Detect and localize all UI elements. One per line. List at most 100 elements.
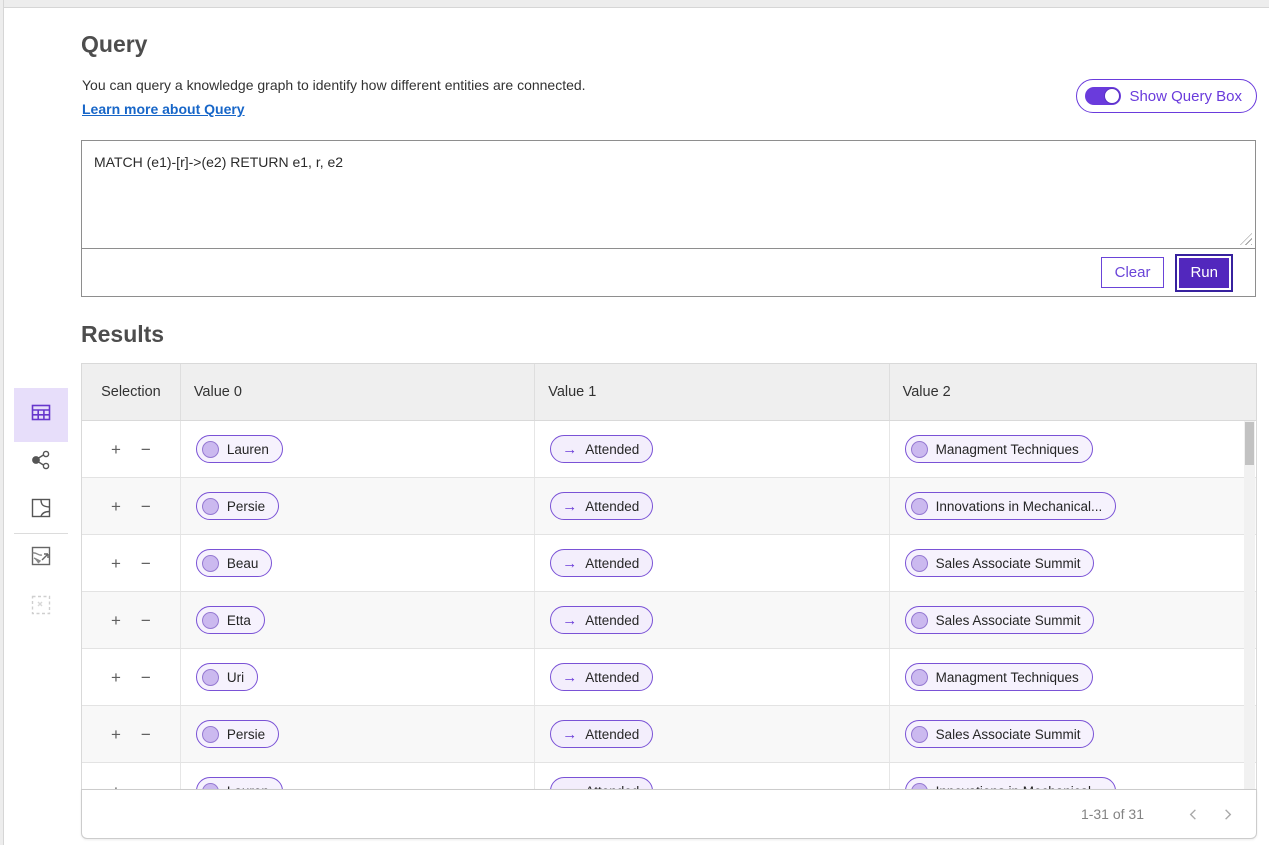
- query-input-wrap: MATCH (e1)-[r]->(e2) RETURN e1, r, e2: [82, 141, 1255, 249]
- value0-cell: Lauren: [181, 421, 535, 477]
- entity-circle-icon: [911, 441, 928, 458]
- remove-selection-button[interactable]: −: [141, 612, 151, 629]
- table-row: +−Persie→AttendedInnovations in Mechanic…: [82, 478, 1256, 535]
- sidebar-item-link-chart-view[interactable]: [14, 448, 68, 476]
- remove-selection-button[interactable]: −: [141, 726, 151, 743]
- query-panel: MATCH (e1)-[r]->(e2) RETURN e1, r, e2 Cl…: [81, 140, 1256, 297]
- learn-more-link[interactable]: Learn more about Query: [82, 101, 245, 117]
- arrow-right-icon: →: [562, 442, 577, 457]
- query-input[interactable]: MATCH (e1)-[r]->(e2) RETURN e1, r, e2: [82, 141, 1255, 248]
- table-row: +−Lauren→AttendedManagment Techniques: [82, 421, 1256, 478]
- arrow-right-icon: →: [562, 670, 577, 685]
- toggle-knob: [1104, 88, 1120, 104]
- add-selection-button[interactable]: +: [111, 669, 121, 686]
- entity-pill[interactable]: Innovations in Mechanical...: [905, 492, 1117, 520]
- value1-cell: →Attended: [535, 478, 889, 534]
- entity-label: Sales Associate Summit: [936, 556, 1081, 571]
- relationship-pill[interactable]: → Attended: [550, 663, 653, 691]
- chevron-left-icon[interactable]: [1180, 801, 1206, 827]
- table-scrollbar-track[interactable]: [1244, 421, 1255, 789]
- arrow-right-icon: →: [562, 499, 577, 514]
- remove-selection-button[interactable]: −: [141, 441, 151, 458]
- value2-cell: Sales Associate Summit: [890, 535, 1256, 591]
- page-left-border: [0, 0, 4, 845]
- add-selection-button[interactable]: +: [111, 612, 121, 629]
- value0-cell: Lauren: [181, 763, 535, 789]
- page-title: Query: [81, 31, 147, 58]
- relationship-pill[interactable]: →Attended: [550, 720, 653, 748]
- entity-pill[interactable]: Sales Associate Summit: [905, 606, 1095, 634]
- remove-selection-button[interactable]: −: [141, 498, 151, 515]
- entity-circle-icon: [202, 669, 219, 686]
- entity-pill[interactable]: Persie: [196, 492, 279, 520]
- column-header-value2: Value 2: [890, 364, 1256, 420]
- entity-pill[interactable]: Sales Associate Summit: [905, 549, 1095, 577]
- entity-pill[interactable]: Lauren: [196, 435, 283, 463]
- entity-pill[interactable]: Etta: [196, 606, 265, 634]
- remove-selection-button[interactable]: −: [141, 555, 151, 572]
- remove-selection-button[interactable]: −: [141, 669, 151, 686]
- relationship-label: Attended: [585, 613, 639, 628]
- entity-circle-icon: [911, 726, 928, 743]
- entity-pill[interactable]: Persie: [196, 720, 279, 748]
- relationship-pill[interactable]: → Attended: [550, 435, 653, 463]
- arrow-right-icon: →: [562, 613, 577, 628]
- entity-pill[interactable]: Sales Associate Summit: [905, 720, 1095, 748]
- entity-label: Persie: [227, 499, 265, 514]
- chevron-right-icon[interactable]: [1214, 801, 1240, 827]
- value2-cell: Innovations in Mechanical...: [890, 763, 1256, 789]
- entity-label: Managment Techniques: [936, 442, 1079, 457]
- value0-cell: Persie: [181, 478, 535, 534]
- add-selection-button[interactable]: +: [111, 441, 121, 458]
- entity-pill[interactable]: Innovations in Mechanical...: [905, 777, 1117, 789]
- add-selection-button[interactable]: +: [111, 498, 121, 515]
- relationship-label: Attended: [585, 442, 639, 457]
- selection-box-icon: [29, 593, 53, 622]
- results-table: Selection Value 0 Value 1 Value 2 +−Laur…: [81, 363, 1257, 789]
- value1-cell: →Attended: [535, 706, 889, 762]
- entity-label: Innovations in Mechanical...: [936, 499, 1103, 514]
- table-scrollbar-thumb[interactable]: [1245, 422, 1254, 465]
- page-top-border: [0, 0, 1269, 8]
- table-row: + − Persie →Attended Sales Associate Summit: [82, 706, 1256, 763]
- entity-circle-icon: [202, 555, 219, 572]
- clear-button[interactable]: Clear: [1101, 257, 1165, 288]
- sidebar-item-add-to-map[interactable]: [14, 544, 68, 572]
- entity-pill[interactable]: Lauren: [196, 777, 283, 789]
- table-row: + − Etta → Attended Sales Associate Summit: [82, 592, 1256, 649]
- entity-label: Persie: [227, 727, 265, 742]
- selection-cell: +−: [82, 478, 181, 534]
- relationship-pill[interactable]: →Attended: [550, 777, 653, 789]
- relationship-label: Attended: [585, 556, 639, 571]
- entity-pill[interactable]: Beau: [196, 549, 273, 577]
- entity-pill[interactable]: Managment Techniques: [905, 435, 1093, 463]
- entity-circle-icon: [911, 498, 928, 515]
- add-selection-button[interactable]: +: [111, 555, 121, 572]
- relationship-pill[interactable]: →Attended: [550, 492, 653, 520]
- show-query-box-toggle[interactable]: Show Query Box: [1076, 79, 1257, 113]
- selection-cell: +−: [82, 421, 181, 477]
- value1-cell: → Attended: [535, 592, 889, 648]
- entity-label: Managment Techniques: [936, 670, 1079, 685]
- toggle-switch-icon[interactable]: [1085, 87, 1121, 105]
- value2-cell: Managment Techniques: [890, 649, 1256, 705]
- value1-cell: → Attended: [535, 649, 889, 705]
- add-selection-button[interactable]: +: [111, 726, 121, 743]
- entity-pill[interactable]: Managment Techniques: [905, 663, 1093, 691]
- value2-cell: Managment Techniques: [890, 421, 1256, 477]
- table-row: +−Lauren→AttendedInnovations in Mechanic…: [82, 763, 1256, 789]
- entity-pill[interactable]: Uri: [196, 663, 258, 691]
- sidebar-item-table-view[interactable]: [14, 388, 68, 442]
- value0-cell: Etta: [181, 592, 535, 648]
- run-button[interactable]: Run: [1177, 256, 1231, 290]
- relationship-pill[interactable]: → Attended: [550, 606, 653, 634]
- column-header-selection: Selection: [82, 364, 181, 420]
- relationship-pill[interactable]: →Attended: [550, 549, 653, 577]
- sidebar-item-map-view[interactable]: [14, 496, 68, 524]
- entity-label: Lauren: [227, 442, 269, 457]
- relationship-label: Attended: [585, 727, 639, 742]
- entity-circle-icon: [911, 669, 928, 686]
- relationship-label: Attended: [585, 670, 639, 685]
- entity-circle-icon: [202, 612, 219, 629]
- query-description: You can query a knowledge graph to ident…: [82, 77, 586, 93]
